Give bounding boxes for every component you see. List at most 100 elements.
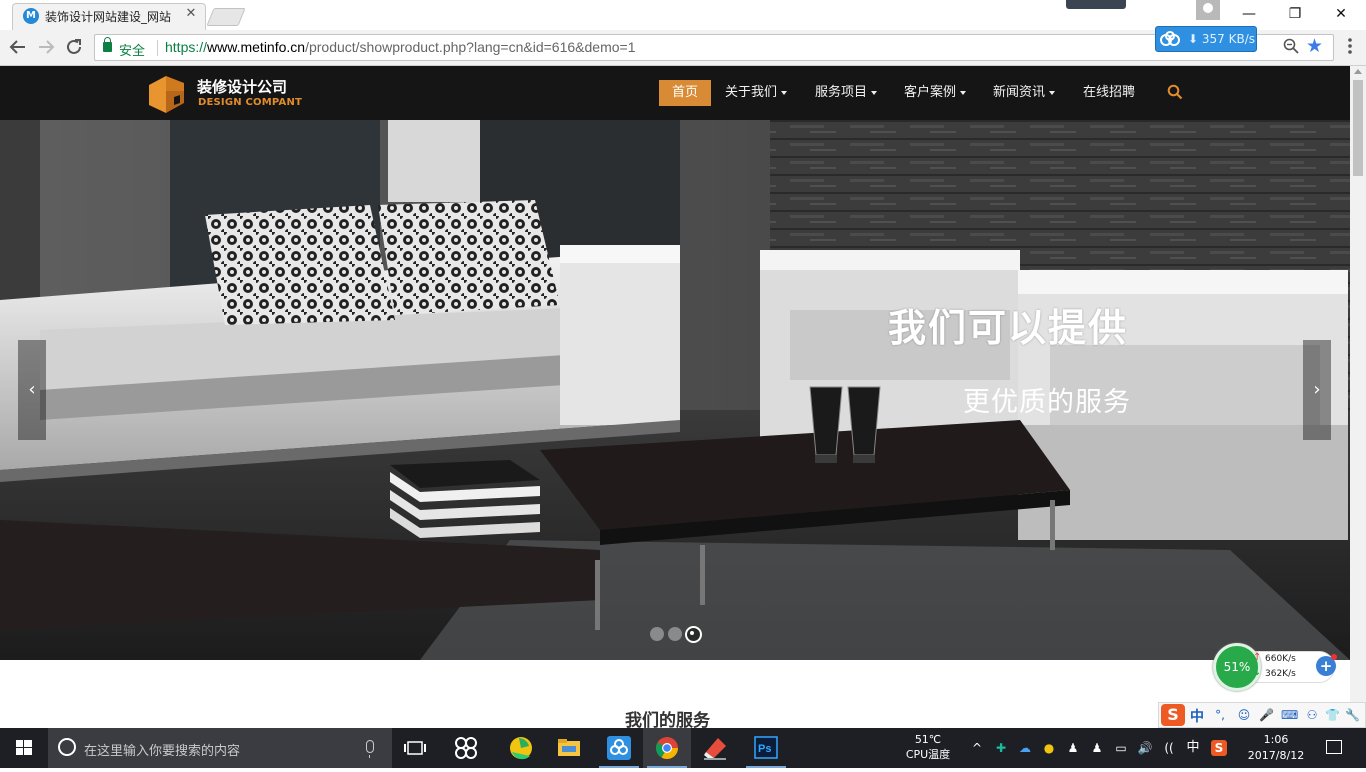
caret-down-icon <box>960 90 967 95</box>
microphone-icon[interactable] <box>366 740 374 758</box>
forward-button[interactable] <box>35 36 57 58</box>
reload-button[interactable] <box>63 36 85 58</box>
hero-subtitle: 更优质的服务 <box>963 387 1131 418</box>
section-heading: 我们的服务 <box>625 711 710 728</box>
upload-speed: 660K/s <box>1265 654 1296 664</box>
nav-item-news[interactable]: 新闻资讯 <box>993 80 1056 106</box>
hero-title: 我们可以提供 <box>888 306 1129 350</box>
logo-cube-icon[interactable] <box>146 73 188 115</box>
tray-ball-icon[interactable]: ● <box>1040 738 1058 758</box>
search-icon[interactable] <box>1167 84 1183 100</box>
download-arrow-icon: ↓ <box>1253 667 1262 678</box>
nav-item-about[interactable]: 关于我们 <box>725 80 788 106</box>
clock-date: 2017/8/12 <box>1247 749 1305 762</box>
pinwheel-icon <box>455 737 477 759</box>
nav-item-home[interactable]: 首页 <box>659 80 711 106</box>
caret-down-icon <box>871 90 878 95</box>
browser-tab[interactable]: M 装饰设计网站建设_网站 ✕ <box>12 3 206 30</box>
logo-name-en[interactable]: DESIGN COMPANT <box>198 97 302 108</box>
new-tab-button[interactable] <box>206 8 246 26</box>
address-bar[interactable]: 安全 https://www.metinfo.cn/product/showpr… <box>94 34 1334 61</box>
action-center-icon[interactable] <box>1326 740 1342 754</box>
taskbar-app-explorer[interactable] <box>545 728 593 768</box>
reload-icon <box>67 39 81 54</box>
menu-icon[interactable] <box>1342 36 1358 56</box>
skin-icon[interactable]: 👕 <box>1325 708 1340 722</box>
taskbar-app-chrome-alt[interactable] <box>497 728 545 768</box>
plus-icon[interactable]: + <box>1316 654 1337 676</box>
tray-chevron-icon[interactable]: ^ <box>968 738 986 758</box>
taskbar-clock[interactable]: 1:06 2017/8/12 <box>1238 732 1314 764</box>
tab-title: 装饰设计网站建设_网站 <box>45 10 172 24</box>
keyboard-icon[interactable]: ⌨ <box>1281 708 1298 722</box>
tray-qq2-icon[interactable]: ♟ <box>1088 738 1106 758</box>
cpu-temperature[interactable]: 51℃ CPU温度 <box>900 732 956 762</box>
carousel-prev-button[interactable]: ‹ <box>18 340 46 440</box>
voice-icon[interactable]: 🎤 <box>1259 708 1274 722</box>
performance-monitor-widget[interactable]: 51% ↑ 660K/s ↓ 362K/s + <box>1213 643 1343 691</box>
start-button[interactable] <box>0 728 48 768</box>
tray-ime-label[interactable]: 中 <box>1184 738 1202 758</box>
carousel-next-button[interactable]: › <box>1303 340 1331 440</box>
scroll-thumb[interactable] <box>1353 80 1363 176</box>
ime-mode-label[interactable]: 中 <box>1190 706 1204 726</box>
cpu-temp-label: CPU温度 <box>905 748 951 761</box>
tray-security-icon[interactable]: ✚ <box>992 738 1010 758</box>
close-window-button[interactable]: ✕ <box>1318 0 1364 28</box>
url-scheme: https:// <box>165 39 208 55</box>
minimize-button[interactable]: — <box>1226 0 1272 28</box>
emoji-icon[interactable]: ☺ <box>1237 708 1251 722</box>
url-text[interactable]: https://www.metinfo.cn/product/showprodu… <box>165 39 636 55</box>
taskbar-app-eraser[interactable] <box>692 728 740 768</box>
user-icon[interactable]: ⚇ <box>1305 708 1319 722</box>
nav-label: 首页 <box>671 85 698 100</box>
nav-item-cases[interactable]: 客户案例 <box>904 80 967 106</box>
maximize-button[interactable]: ❐ <box>1272 0 1318 28</box>
caret-down-icon <box>1049 90 1056 95</box>
sogou-logo-icon[interactable]: S <box>1161 704 1185 726</box>
tray-battery-icon[interactable]: ▭ <box>1112 738 1130 758</box>
task-view-icon <box>404 741 426 755</box>
task-view-button[interactable] <box>392 728 440 768</box>
settings-wrench-icon[interactable]: 🔧 <box>1345 708 1360 722</box>
person-icon <box>1203 3 1213 13</box>
carousel-dot-1[interactable] <box>650 627 664 641</box>
windows-taskbar: 在这里输入你要搜索的内容 Ps 51℃ CPU温度 ^ ✚ ☁ ● ♟ ♟ ▭ … <box>0 728 1366 768</box>
taskbar-app-baidu-netdisk[interactable] <box>595 728 643 768</box>
punctuation-icon[interactable]: °, <box>1213 708 1227 722</box>
profile-button[interactable] <box>1196 0 1220 20</box>
tray-cloud-icon[interactable]: ☁ <box>1016 738 1034 758</box>
nav-label: 客户案例 <box>904 85 957 100</box>
carousel-dot-3[interactable] <box>685 626 702 643</box>
scroll-up-icon[interactable] <box>1354 69 1362 74</box>
taskbar-app-chrome[interactable] <box>643 728 691 768</box>
tray-qq-icon[interactable]: ♟ <box>1064 738 1082 758</box>
url-path: /product/showproduct.php?lang=cn&id=616&… <box>305 39 636 55</box>
back-button[interactable] <box>7 36 29 58</box>
nav-item-services[interactable]: 服务项目 <box>815 80 878 106</box>
photoshop-icon: Ps <box>754 736 778 759</box>
ime-toolbar[interactable]: S 中 °, ☺ 🎤 ⌨ ⚇ 👕 🔧 <box>1158 702 1366 728</box>
back-arrow-icon <box>9 40 25 54</box>
download-speed: ⬇ 357 KB/s <box>1188 32 1255 46</box>
page-scrollbar[interactable] <box>1350 66 1366 728</box>
tray-sogou-icon[interactable]: S <box>1210 738 1228 758</box>
bookmark-star-icon[interactable]: ★ <box>1306 35 1323 57</box>
nav-item-jobs[interactable]: 在线招聘 <box>1083 80 1135 106</box>
download-speed-small: 362K/s <box>1265 669 1296 679</box>
svg-text:Ps: Ps <box>758 743 771 755</box>
nav-label: 在线招聘 <box>1083 85 1136 100</box>
tray-wifi-icon[interactable]: (( <box>1160 738 1178 758</box>
taskbar-app-pinwheel[interactable] <box>442 728 490 768</box>
tab-close-icon[interactable]: ✕ <box>183 6 199 24</box>
download-speed-widget[interactable]: ⬇ 357 KB/s <box>1155 26 1257 52</box>
taskbar-search[interactable]: 在这里输入你要搜索的内容 <box>48 728 392 768</box>
carousel-dot-2[interactable] <box>668 627 682 641</box>
tray-volume-icon[interactable]: 🔊 <box>1136 738 1154 758</box>
zoom-icon[interactable] <box>1283 38 1299 54</box>
ball-app-icon <box>510 737 532 760</box>
taskbar-app-photoshop[interactable]: Ps <box>742 728 790 768</box>
url-host: www.metinfo.cn <box>207 39 306 55</box>
hero-carousel: 我们可以提供 更优质的服务 ‹ › <box>0 120 1350 660</box>
logo-name-cn[interactable]: 装修设计公司 <box>197 76 287 97</box>
